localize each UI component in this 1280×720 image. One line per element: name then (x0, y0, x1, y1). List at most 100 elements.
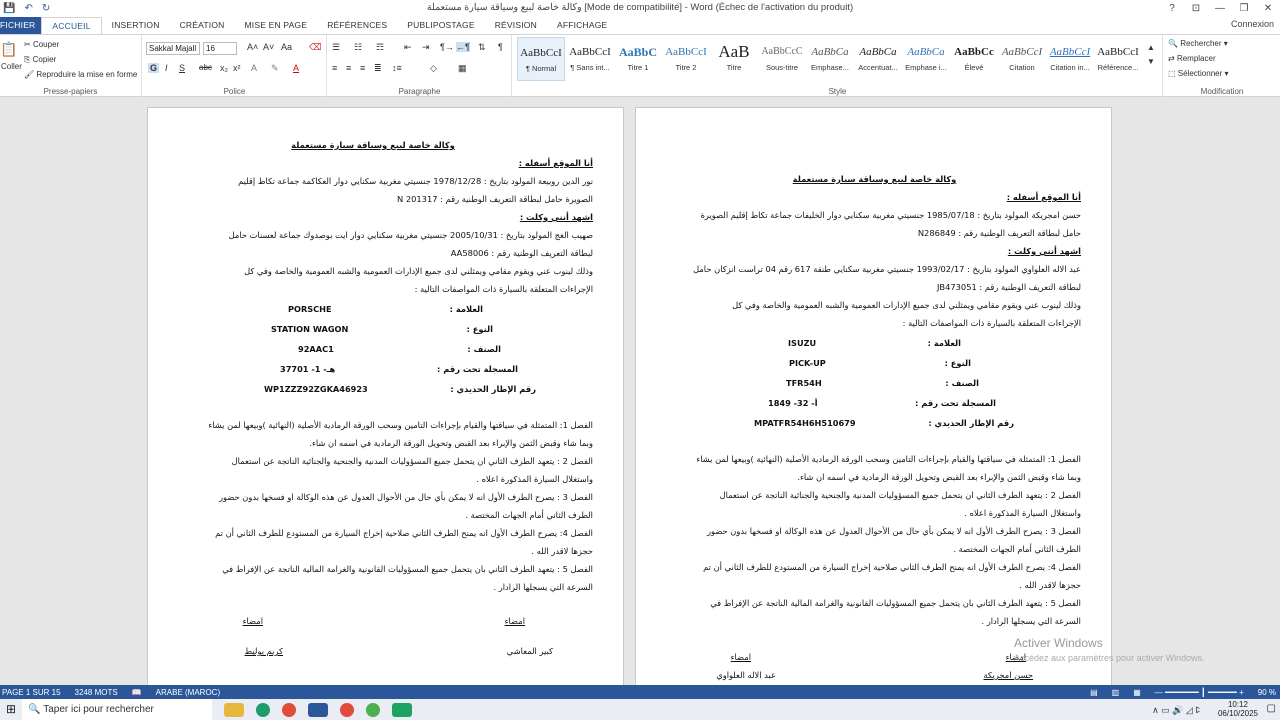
increase-indent-icon[interactable]: ⇥ (422, 42, 430, 53)
justify-icon[interactable]: ≣ (374, 63, 382, 74)
page-count[interactable]: PAGE 1 SUR 15 (2, 688, 61, 697)
ltr-icon[interactable]: ¶→ (440, 42, 454, 52)
field-label: المسجلة تحت رقم : (437, 364, 518, 374)
grow-font-icon[interactable]: A˄ (247, 42, 258, 52)
font-color-icon[interactable]: A (293, 63, 299, 73)
browser-icon[interactable] (256, 702, 270, 717)
align-right-icon[interactable]: ≡ (360, 63, 365, 73)
read-mode-icon[interactable]: ▤ (1090, 688, 1098, 697)
style-normal[interactable]: AaBbCcI ¶ Normal (517, 37, 565, 81)
format-painter-button[interactable]: 🖌 Reproduire la mise en forme (24, 70, 137, 79)
clock[interactable]: 10:12 06/10/2025 (1218, 700, 1258, 718)
style-heading2[interactable]: AaBbCcI Titre 2 (662, 37, 710, 81)
styles-scroll-up-icon[interactable]: ▲ (1147, 43, 1155, 52)
article-line: الفصل 2 : يتعهد الطرف الثاني ان يتحمل جم… (719, 490, 1081, 500)
sign-in-link[interactable]: Connexion (1231, 19, 1274, 29)
styles-scroll-down-icon[interactable]: ▼ (1147, 57, 1155, 66)
article-line: الفصل 1: المتمثلة في سياقتها والقيام بإج… (696, 454, 1081, 464)
windows-start-icon[interactable]: ⊞ (6, 702, 16, 716)
notifications-icon[interactable]: ▢ (1267, 703, 1276, 714)
numbering-icon[interactable]: ☷ (354, 42, 362, 53)
proofing-icon[interactable]: 📖 (132, 688, 142, 697)
strikethrough-icon[interactable]: abc (199, 63, 212, 72)
style-subtitle[interactable]: AaBbCcC Sous-titre (758, 37, 806, 81)
chrome-profile2-icon[interactable] (366, 702, 380, 717)
highlight-icon[interactable]: ✎ (271, 63, 279, 74)
change-case-icon[interactable]: Aa (281, 42, 292, 52)
shading-icon[interactable]: ◇ (430, 63, 437, 74)
tab-layout[interactable]: MISE EN PAGE (234, 17, 317, 34)
tab-design[interactable]: CRÉATION (170, 17, 235, 34)
restore-button[interactable]: ❐ (1232, 0, 1256, 17)
tab-file[interactable]: FICHIER (0, 17, 42, 34)
style-intense-quote[interactable]: AaBbCcI Citation in... (1046, 37, 1094, 81)
replace-button[interactable]: ⇄ Remplacer (1168, 54, 1216, 63)
borders-icon[interactable]: ▦ (458, 63, 467, 74)
text-line: حامل لبطاقة التعريف الوطنية رقم : N28684… (917, 228, 1081, 238)
select-button[interactable]: ⬚ Sélectionner ▾ (1168, 69, 1229, 78)
file-explorer-icon[interactable] (224, 702, 244, 717)
chrome-profile-icon[interactable] (340, 702, 354, 717)
minimize-button[interactable]: — (1208, 0, 1232, 17)
italic-icon[interactable]: I (165, 63, 168, 73)
font-size-box[interactable]: 16 (203, 42, 237, 55)
text-effects-icon[interactable]: A (251, 63, 257, 73)
word-count[interactable]: 3248 MOTS (75, 688, 118, 697)
copy-button[interactable]: ⎘ Copier (24, 55, 56, 65)
article-line: الفصل 5 : يتعهد الطرف الثاني بان يتحمل ج… (222, 564, 593, 574)
style-subtle-emphasis[interactable]: AaBbCa Emphase... (806, 37, 854, 81)
tab-insert[interactable]: INSERTION (102, 17, 170, 34)
style-strong[interactable]: AaBbCc Élevé (950, 37, 998, 81)
line-spacing-icon[interactable]: ↕≡ (392, 63, 402, 73)
paste-icon[interactable]: 📋 (0, 41, 17, 58)
paste-button[interactable]: Coller (1, 62, 22, 71)
align-center-icon[interactable]: ≡ (346, 63, 351, 73)
align-left-icon[interactable]: ≡ (332, 63, 337, 73)
style-emphasis[interactable]: AaBbCa Accentuat... (854, 37, 902, 81)
rtl-icon[interactable]: ←¶ (456, 42, 470, 52)
zoom-slider[interactable]: — ━━━━━━━ ┃ ━━━━━━ + (1155, 688, 1244, 697)
system-tray[interactable]: ∧ ▭ 🔊 ◿ ꛕ (1152, 703, 1200, 716)
show-marks-icon[interactable]: ¶ (498, 42, 503, 52)
help-button[interactable]: ? (1160, 0, 1184, 17)
style-no-spacing[interactable]: AaBbCcI ¶ Sans int... (566, 37, 614, 81)
zoom-level[interactable]: 90 % (1258, 688, 1276, 697)
language-indicator[interactable]: ARABE (MAROC) (156, 688, 220, 697)
article-line: وبما شاء وقبض الثمن والإبراء بعد القبض و… (309, 438, 593, 448)
article-line: الفصل 2 : يتعهد الطرف الثاني ان يتحمل جم… (231, 456, 593, 466)
superscript-icon[interactable]: x² (233, 63, 241, 73)
document-area[interactable]: وكالة خاصة لبيع وسياقة سيارة مستعملة أنا… (0, 98, 1280, 685)
tab-home[interactable]: ACCUEIL (41, 16, 102, 35)
word-app-icon[interactable] (308, 702, 328, 717)
sort-icon[interactable]: ⇅ (478, 42, 486, 53)
document-page-left[interactable]: وكالة خاصة لبيع وسياقة سيارة مستعملة أنا… (147, 107, 624, 685)
underline-icon[interactable]: S (179, 63, 185, 73)
style-intense-emphasis[interactable]: AaBbCa Emphase i... (902, 37, 950, 81)
taskbar-search[interactable]: 🔍 Taper ici pour rechercher (22, 699, 212, 720)
multilevel-icon[interactable]: ☶ (376, 42, 384, 53)
document-page-right[interactable]: وكالة خاصة لبيع وسياقة سيارة مستعملة أنا… (635, 107, 1112, 685)
clear-format-icon[interactable]: ⌫ (309, 42, 322, 53)
shrink-font-icon[interactable]: A˅ (263, 42, 274, 52)
tab-mailings[interactable]: PUBLIPOSTAGE (397, 17, 484, 34)
app-icon[interactable] (392, 702, 412, 717)
bold-icon[interactable]: G (148, 63, 160, 73)
ribbon-display-button[interactable]: ⊡ (1184, 0, 1208, 17)
chrome-icon[interactable] (282, 702, 296, 717)
close-button[interactable]: ✕ (1256, 0, 1280, 17)
style-heading1[interactable]: AaBbC Titre 1 (614, 37, 662, 81)
style-title[interactable]: AaB Titre (710, 37, 758, 81)
web-layout-icon[interactable]: ▦ (1133, 688, 1141, 697)
cut-button[interactable]: ✂ Couper (24, 40, 59, 49)
bullets-icon[interactable]: ☰ (332, 42, 340, 53)
decrease-indent-icon[interactable]: ⇤ (404, 42, 412, 53)
print-layout-icon[interactable]: ▥ (1112, 688, 1120, 697)
tab-review[interactable]: RÉVISION (485, 17, 547, 34)
font-name-box[interactable]: Sakkal Majall (146, 42, 200, 55)
tab-references[interactable]: RÉFÉRENCES (317, 17, 397, 34)
subscript-icon[interactable]: x₂ (220, 63, 228, 73)
style-quote[interactable]: AaBbCcI Citation (998, 37, 1046, 81)
tab-view[interactable]: AFFICHAGE (547, 17, 617, 34)
find-button[interactable]: 🔍 Rechercher ▾ (1168, 39, 1228, 48)
style-reference[interactable]: AaBbCcI Référence... (1094, 37, 1142, 81)
